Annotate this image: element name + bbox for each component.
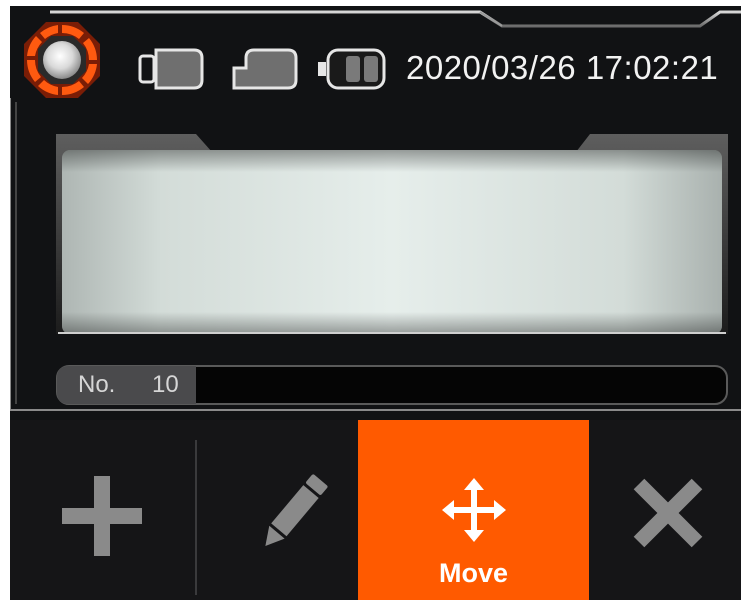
counter-label: No. xyxy=(78,371,116,398)
plus-icon xyxy=(62,476,142,556)
edit-button[interactable] xyxy=(197,420,358,600)
move-button[interactable]: Move xyxy=(358,420,589,600)
datetime-display: 2020/03/26 17:02:21 xyxy=(406,49,719,86)
close-icon xyxy=(633,478,703,548)
add-button[interactable] xyxy=(10,420,195,600)
lcd-preview-panel xyxy=(56,134,728,334)
status-bar: 2020/03/26 17:02:21 xyxy=(10,6,741,116)
counter-value: 10 xyxy=(152,371,179,398)
action-toolbar: Move xyxy=(10,420,741,600)
sd-card-icon xyxy=(138,48,204,90)
battery-icon xyxy=(318,48,386,90)
pencil-icon xyxy=(265,474,328,546)
shutter-ring-icon xyxy=(24,22,100,98)
memory-card-icon xyxy=(232,48,298,90)
camera-screen: 2020/03/26 17:02:21 No. 10 Move xyxy=(10,6,741,600)
photo-counter: No. 10 xyxy=(56,365,728,405)
move-button-label: Move xyxy=(438,558,509,588)
move-arrows-icon xyxy=(442,478,506,542)
delete-button[interactable] xyxy=(589,420,741,600)
